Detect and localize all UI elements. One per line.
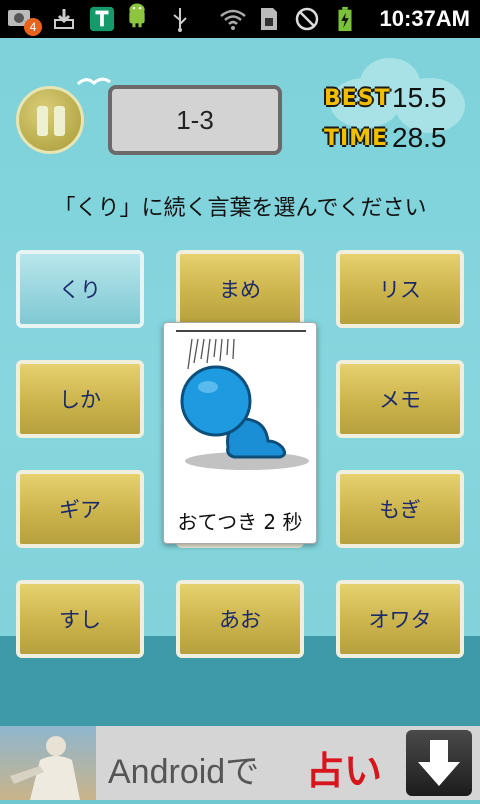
choice-button-3[interactable]: リス [336,250,464,328]
crying-figure-icon [176,330,309,470]
ad-text: Androidで [108,753,260,791]
pause-icon [37,106,48,136]
download-icon [54,9,74,29]
choice-button-2[interactable]: まめ [176,250,304,328]
question-prompt: 「くり」に続く言葉を選んでください [53,196,427,221]
penalty-label: おてつき 2 秒 [177,510,303,534]
choice-button-7[interactable]: ギア [16,470,144,548]
best-value: 15.5 [392,82,447,113]
choice-label: もぎ [379,498,421,522]
statue-icon [10,736,80,800]
pause-icon [54,106,65,136]
choice-button-12[interactable]: オワタ [336,580,464,658]
status-time: 10:37AM [379,6,470,31]
best-label: BEST [324,86,391,111]
choice-label: くり [59,278,101,302]
choice-label: すし [59,608,101,632]
do-not-disturb-icon [295,7,319,31]
usb-icon [173,8,187,32]
level-text: 1-3 [176,104,214,135]
sim-icon [261,8,277,30]
choice-button-6[interactable]: メモ [336,360,464,438]
battery-charging-icon [338,6,352,32]
shield-t-icon [89,6,115,32]
choice-button-10[interactable]: すし [16,580,144,658]
ad-text-highlight: 占い [306,749,383,793]
choice-button-1[interactable]: くり [16,250,144,328]
level-indicator: 1-3 [108,85,282,155]
choice-label: まめ [219,278,261,302]
time-value: 28.5 [392,122,447,153]
time-label: TIME [324,126,389,151]
choice-label: メモ [379,388,421,412]
choice-button-9[interactable]: もぎ [336,470,464,548]
choice-label: あお [219,608,261,632]
android-icon [129,3,145,28]
game-area: 1-3 BEST 15.5 TIME 28.5 「くり」に続く言葉を選んでくださ… [0,38,480,726]
ad-banner[interactable]: Androidで 占い [0,726,480,800]
choice-button-11[interactable]: あお [176,580,304,658]
ad-image [0,726,96,800]
choice-label: オワタ [368,608,432,632]
notification-count-badge: 4 [24,18,42,36]
choice-label: リス [379,278,421,302]
seagull-icon [76,77,111,86]
download-arrow-icon [418,740,460,786]
wifi-icon [220,9,246,30]
status-bar: 4 10:37AM [0,0,480,38]
penalty-popup: おてつき 2 秒 [163,322,317,544]
choice-button-4[interactable]: しか [16,360,144,438]
pause-button[interactable] [16,86,84,154]
choice-label: しか [59,388,101,412]
ad-download-button[interactable] [406,730,472,796]
choice-label: ギア [59,498,101,522]
